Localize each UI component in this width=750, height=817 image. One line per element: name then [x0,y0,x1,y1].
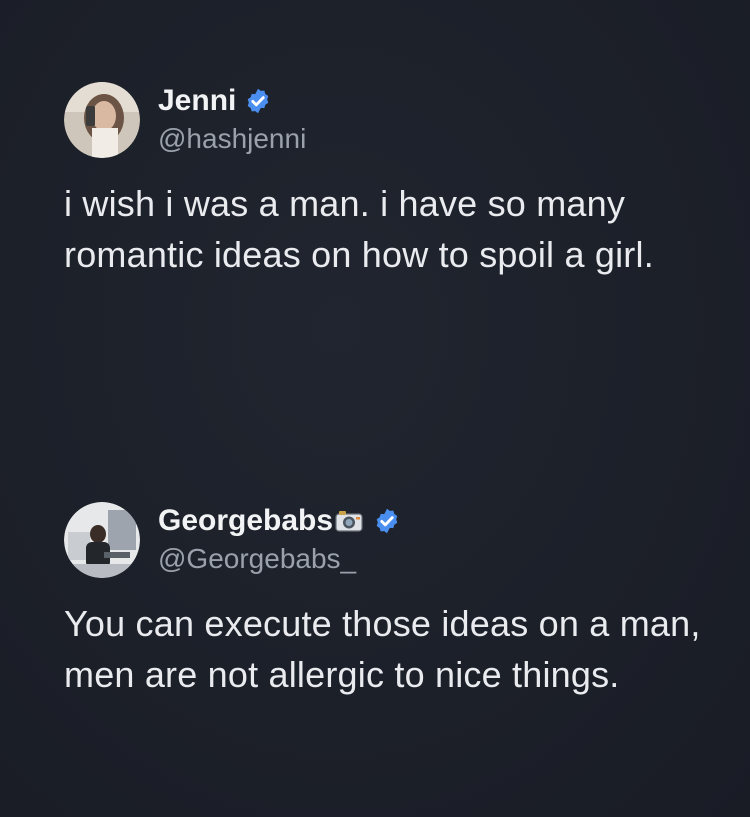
avatar-photo-icon [64,82,140,158]
user-handle[interactable]: @hashjenni [158,121,306,157]
tweet-header: Georgebabs @Georgebabs_ [64,500,704,580]
tweet-text: i wish i was a man. i have so many roman… [64,183,654,275]
user-handle[interactable]: @Georgebabs_ [158,541,401,577]
tweet-text: You can execute those ideas on a man, me… [64,603,701,695]
display-name-row: Jenni [158,83,306,119]
display-name[interactable]: Jenni [158,83,236,119]
avatar[interactable] [64,502,140,578]
tweet-card-1[interactable]: Jenni @hashjenni i wish i was a man. i h… [64,80,704,280]
user-names: Georgebabs @Georgebabs_ [158,503,401,577]
tweet-header: Jenni @hashjenni [64,80,704,160]
tweet-card-2[interactable]: Georgebabs @Georgebabs_ You can execute … [64,500,704,700]
display-name-row: Georgebabs [158,503,401,539]
display-name[interactable]: Georgebabs [158,503,333,539]
avatar-photo-icon [64,502,140,578]
camera-icon [335,511,363,532]
screenshot-background: Jenni @hashjenni i wish i was a man. i h… [0,0,750,817]
verified-badge-icon [248,88,269,114]
avatar[interactable] [64,82,140,158]
verified-badge-icon [376,508,398,534]
user-names: Jenni @hashjenni [158,83,306,157]
